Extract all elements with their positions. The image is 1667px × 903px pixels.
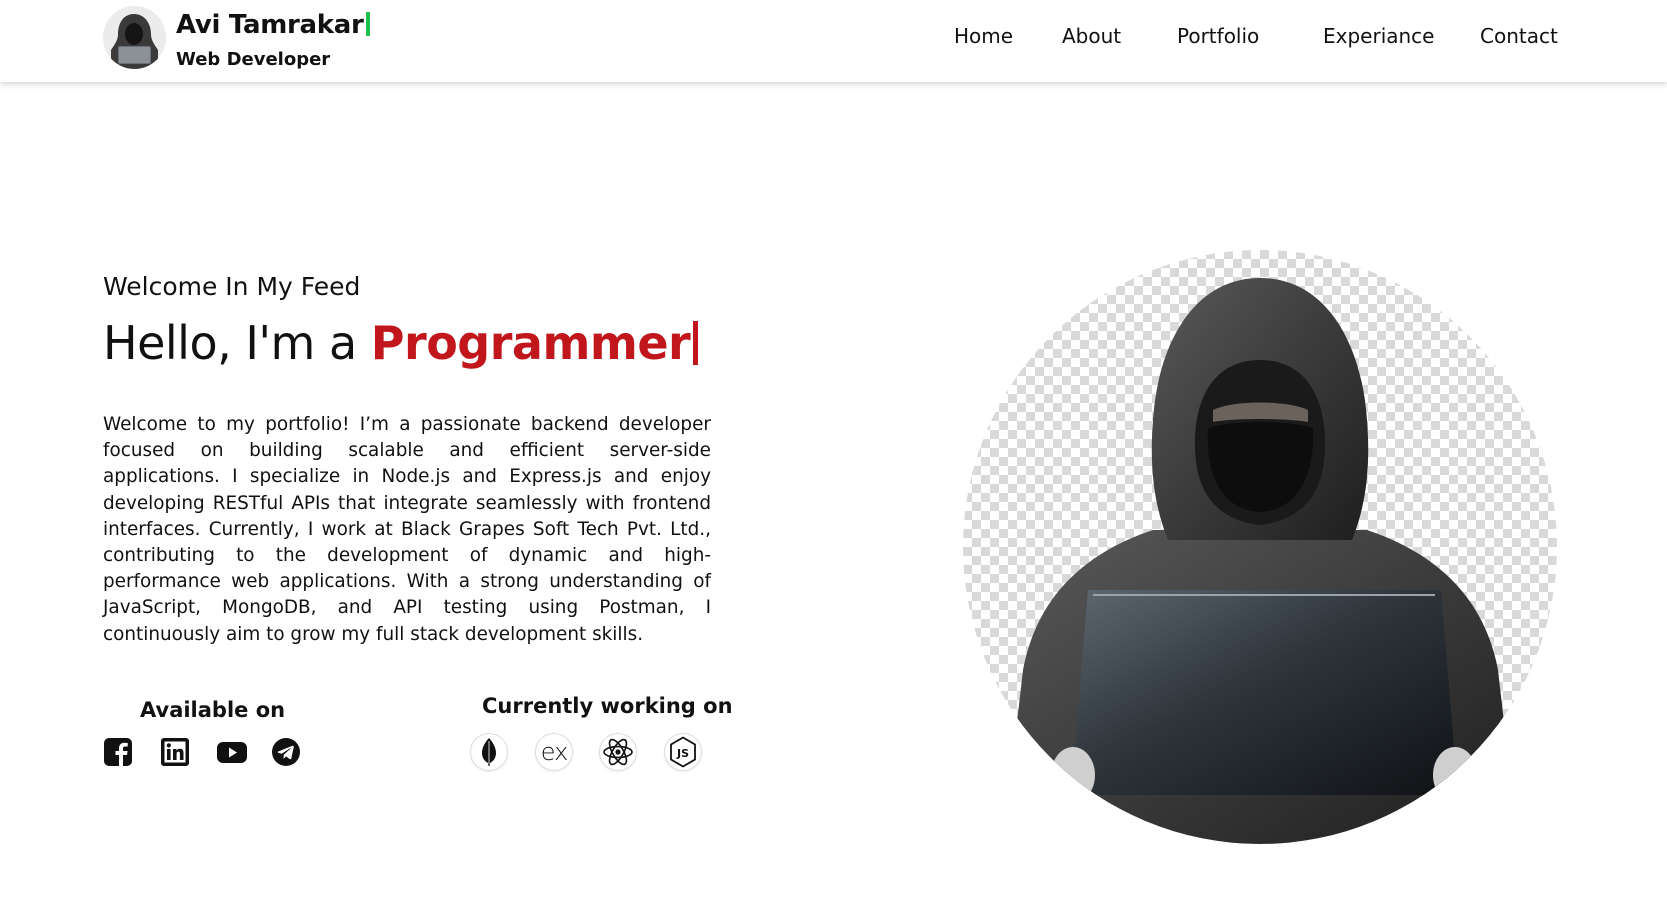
nav-home[interactable]: Home bbox=[954, 24, 1013, 48]
youtube-icon[interactable] bbox=[216, 737, 247, 767]
nav-about[interactable]: About bbox=[1062, 24, 1121, 48]
nav-contact[interactable]: Contact bbox=[1480, 24, 1558, 48]
express-text: ex bbox=[540, 738, 569, 766]
site-header: Avi Tamrakar Web Developer Home About Po… bbox=[0, 0, 1667, 82]
nav-portfolio[interactable]: Portfolio bbox=[1177, 24, 1259, 48]
react-icon bbox=[599, 733, 637, 771]
express-icon: ex bbox=[535, 733, 573, 771]
typing-cursor-red bbox=[693, 321, 699, 365]
typing-cursor bbox=[365, 12, 370, 36]
brand-name[interactable]: Avi Tamrakar bbox=[176, 10, 370, 40]
nav-experiance[interactable]: Experiance bbox=[1323, 24, 1434, 48]
linkedin-icon[interactable] bbox=[160, 737, 190, 767]
hero-image bbox=[963, 250, 1557, 844]
nodejs-icon: JS bbox=[664, 733, 702, 771]
brand-name-text: Avi Tamrakar bbox=[176, 10, 364, 40]
available-on-title: Available on bbox=[140, 698, 286, 722]
hacker-with-laptop-illustration bbox=[1003, 278, 1518, 844]
working-on-title: Currently working on bbox=[482, 694, 733, 718]
facebook-icon[interactable] bbox=[103, 737, 133, 767]
hero-role-word: Programmer bbox=[370, 316, 691, 370]
avatar[interactable] bbox=[103, 6, 166, 69]
intro-paragraph: Welcome to my portfolio! I’m a passionat… bbox=[103, 414, 711, 645]
telegram-icon[interactable] bbox=[271, 737, 301, 767]
hero-title: Hello, I'm a Programmer bbox=[103, 316, 699, 370]
hero-title-prefix: Hello, I'm a bbox=[103, 316, 357, 370]
hacker-avatar-icon bbox=[103, 6, 166, 69]
nodejs-text: JS bbox=[676, 747, 689, 760]
brand-role: Web Developer bbox=[176, 49, 331, 70]
mongodb-icon bbox=[470, 733, 508, 771]
welcome-heading: Welcome In My Feed bbox=[103, 272, 361, 301]
